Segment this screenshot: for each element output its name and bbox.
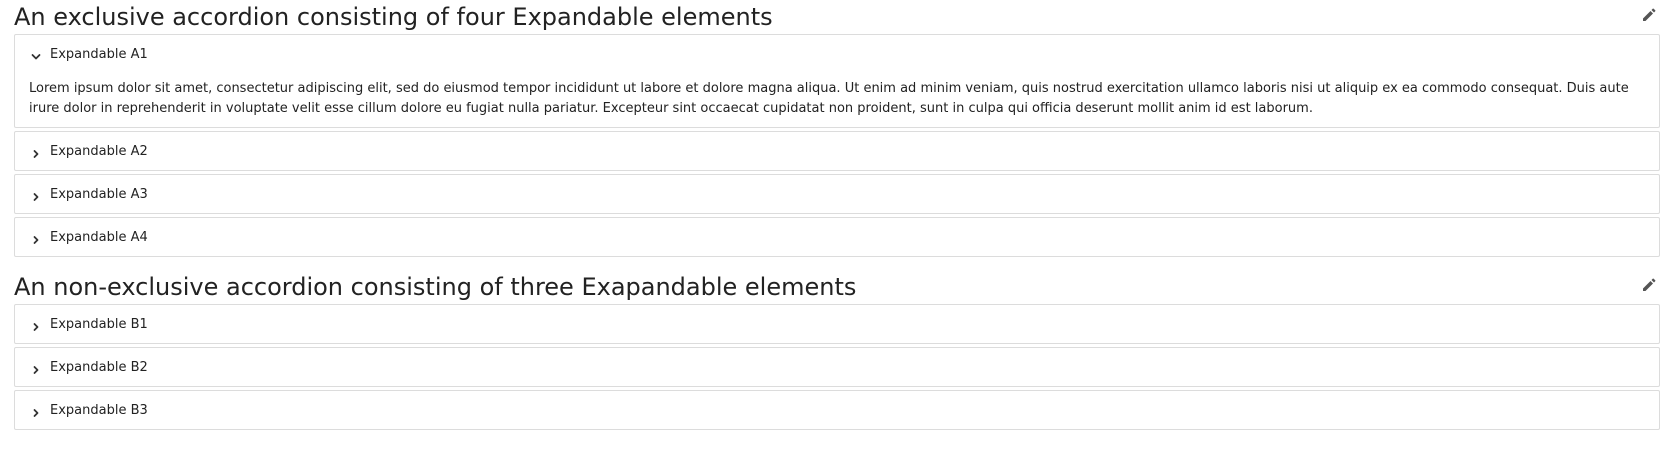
page: An exclusive accordion consisting of fou… bbox=[0, 0, 1674, 469]
section-header: An exclusive accordion consisting of fou… bbox=[14, 0, 1660, 34]
expandable-label: Expandable A3 bbox=[50, 186, 148, 202]
chevron-right-icon bbox=[30, 231, 42, 244]
expandable-label: Expandable B2 bbox=[50, 359, 148, 375]
expandable-label: Expandable B1 bbox=[50, 316, 148, 332]
section-title: An non-exclusive accordion consisting of… bbox=[14, 273, 857, 301]
section-title: An exclusive accordion consisting of fou… bbox=[14, 3, 773, 31]
accordion-exclusive: Expandable A1 Lorem ipsum dolor sit amet… bbox=[14, 34, 1660, 257]
expandable-header[interactable]: Expandable B3 bbox=[15, 391, 1659, 429]
expandable-a3: Expandable A3 bbox=[14, 174, 1660, 214]
expandable-b3: Expandable B3 bbox=[14, 390, 1660, 430]
chevron-right-icon bbox=[30, 361, 42, 374]
chevron-right-icon bbox=[30, 318, 42, 331]
expandable-header[interactable]: Expandable A2 bbox=[15, 132, 1659, 170]
accordion-section-exclusive: An exclusive accordion consisting of fou… bbox=[14, 0, 1660, 257]
expandable-label: Expandable B3 bbox=[50, 402, 148, 418]
chevron-right-icon bbox=[30, 145, 42, 158]
chevron-right-icon bbox=[30, 188, 42, 201]
expandable-b2: Expandable B2 bbox=[14, 347, 1660, 387]
expandable-header[interactable]: Expandable A4 bbox=[15, 218, 1659, 256]
chevron-down-icon bbox=[30, 48, 42, 60]
expandable-label: Expandable A1 bbox=[50, 46, 148, 62]
expandable-label: Expandable A4 bbox=[50, 229, 148, 245]
expandable-a4: Expandable A4 bbox=[14, 217, 1660, 257]
expandable-header[interactable]: Expandable A3 bbox=[15, 175, 1659, 213]
accordion-section-non-exclusive: An non-exclusive accordion consisting of… bbox=[14, 270, 1660, 430]
pencil-icon[interactable] bbox=[1641, 7, 1657, 23]
accordion-non-exclusive: Expandable B1 Expandable B2 Expandable B… bbox=[14, 304, 1660, 430]
expandable-header[interactable]: Expandable B1 bbox=[15, 305, 1659, 343]
pencil-icon[interactable] bbox=[1641, 277, 1657, 293]
expandable-label: Expandable A2 bbox=[50, 143, 148, 159]
expandable-a1: Expandable A1 Lorem ipsum dolor sit amet… bbox=[14, 34, 1660, 128]
chevron-right-icon bbox=[30, 404, 42, 417]
expandable-b1: Expandable B1 bbox=[14, 304, 1660, 344]
expandable-header[interactable]: Expandable B2 bbox=[15, 348, 1659, 386]
expandable-a2: Expandable A2 bbox=[14, 131, 1660, 171]
expandable-header[interactable]: Expandable A1 bbox=[15, 35, 1659, 73]
section-header: An non-exclusive accordion consisting of… bbox=[14, 270, 1660, 304]
expandable-content: Lorem ipsum dolor sit amet, consectetur … bbox=[29, 81, 1629, 116]
